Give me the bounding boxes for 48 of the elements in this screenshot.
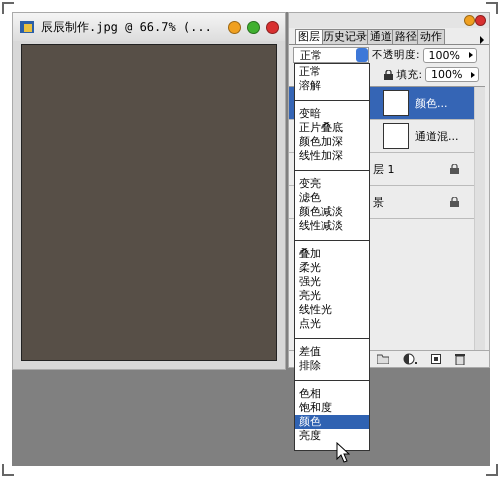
menu-item[interactable]: 正片叠底: [295, 121, 369, 135]
layer-mask-thumbnail: [383, 90, 409, 116]
blend-mode-select[interactable]: 正常: [293, 47, 369, 63]
fill-label: 填充:: [396, 68, 422, 82]
menu-item[interactable]: 排除: [295, 359, 369, 373]
menu-item[interactable]: 亮光: [295, 289, 369, 303]
menu-item[interactable]: 叠加: [295, 247, 369, 261]
layer-name: 景: [373, 194, 385, 210]
close-button[interactable]: [266, 20, 279, 34]
opacity-label: 不透明度:: [372, 48, 420, 62]
lock-icon[interactable]: [384, 70, 394, 80]
panel-tab[interactable]: 动作: [417, 29, 445, 44]
minimize-button[interactable]: [228, 20, 241, 34]
menu-item[interactable]: 差值: [295, 345, 369, 359]
panel-menu-icon[interactable]: [479, 36, 485, 44]
window-title: 辰辰制作.jpg @ 66.7% (...: [41, 18, 213, 36]
menu-item[interactable]: 柔光: [295, 261, 369, 275]
panel-tab[interactable]: 图层: [295, 29, 323, 44]
menu-item[interactable]: 色相: [295, 387, 369, 401]
menu-item[interactable]: 点光: [295, 317, 369, 331]
layer-name: 层 1: [373, 162, 396, 176]
menu-item[interactable]: 线性光: [295, 303, 369, 317]
menu-item[interactable]: 饱和度: [295, 401, 369, 415]
menu-item[interactable]: 强光: [295, 275, 369, 289]
menu-item[interactable]: 滤色: [295, 191, 369, 205]
menu-item[interactable]: 颜色减淡: [295, 205, 369, 219]
scrollbar[interactable]: [474, 87, 485, 350]
arrow-icon[interactable]: [468, 52, 473, 58]
menu-item[interactable]: 颜色: [295, 415, 369, 429]
trash-icon[interactable]: [455, 353, 465, 365]
app-icon: [19, 19, 35, 35]
layer-name: 颜色...: [415, 96, 448, 110]
menu-item[interactable]: 亮度: [295, 429, 369, 443]
opacity-field[interactable]: 100%: [422, 48, 477, 62]
adjustment-layer-icon[interactable]: [403, 353, 417, 365]
folder-icon[interactable]: [377, 354, 389, 364]
menu-item[interactable]: 颜色加深: [295, 135, 369, 149]
arrow-icon[interactable]: [471, 72, 475, 78]
layer-mask-thumbnail: [383, 123, 409, 149]
new-layer-icon[interactable]: [431, 354, 441, 364]
fill-field[interactable]: 100%: [425, 67, 479, 82]
minimize-button[interactable]: [464, 15, 475, 26]
menu-item[interactable]: 正常: [295, 65, 369, 79]
close-button[interactable]: [475, 15, 486, 26]
zoom-button[interactable]: [247, 20, 260, 34]
menu-item[interactable]: 线性减淡: [295, 219, 369, 233]
layer-name: 通道混...: [415, 128, 459, 144]
menu-item[interactable]: 变暗: [295, 107, 369, 121]
